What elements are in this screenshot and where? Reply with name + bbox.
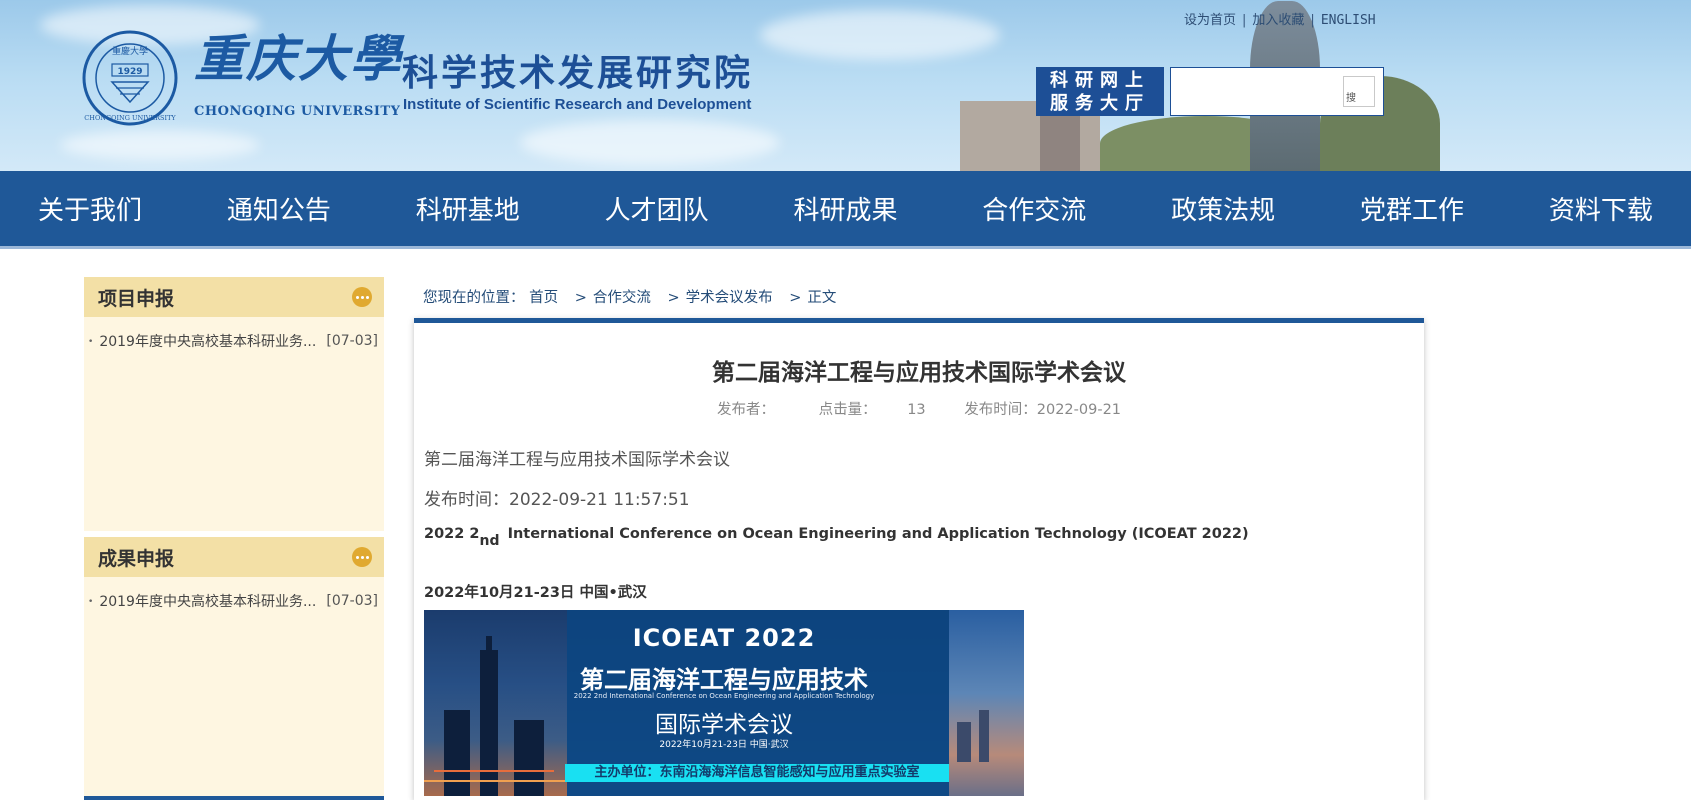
article-clicks-label: 点击量：: [818, 402, 877, 418]
breadcrumb-cooperation[interactable]: 合作交流: [593, 290, 651, 306]
nav-item-downloads[interactable]: 资料下载: [1549, 190, 1653, 227]
article-publish-time: 发布时间：2022-09-21: [964, 402, 1122, 418]
search-box: 搜: [1170, 67, 1384, 116]
list-item-date: [07-03]: [326, 333, 378, 349]
sidebar-block-title: 项目申报: [98, 287, 175, 310]
english-title-text: International Conference on Ocean Engine…: [507, 526, 1249, 542]
article-meta: 发布者： 点击量： 13 发布时间：2022-09-21: [414, 398, 1424, 419]
breadcrumb-separator: >: [574, 290, 587, 306]
university-seal-logo: 重慶大學 1929 CHONGQING UNIVERSITY: [82, 30, 178, 126]
sidebar-block-title: 成果申报: [98, 547, 175, 570]
english-title-ordinal: nd: [479, 533, 500, 549]
cloud-decoration: [520, 120, 780, 165]
article-date-place: 2022年10月21-23日 中国•武汉: [424, 585, 647, 601]
more-icon[interactable]: [352, 547, 372, 567]
city-lights: [434, 770, 554, 772]
english-link[interactable]: ENGLISH: [1321, 13, 1376, 28]
university-name-en: CHONGQING UNIVERSITY: [194, 104, 401, 119]
article-publisher: 发布者：: [716, 402, 775, 418]
nav-item-talent-teams[interactable]: 人才团队: [605, 190, 709, 227]
list-item-title: 2019年度中央高校基本科研业务...: [88, 331, 316, 351]
institute-name-en: Institute of Scientific Research and Dev…: [403, 96, 752, 113]
breadcrumb-home[interactable]: 首页: [529, 290, 558, 306]
breadcrumb-separator: >: [789, 290, 802, 306]
article-panel: 第二届海洋工程与应用技术国际学术会议 发布者： 点击量： 13 发布时间：202…: [414, 318, 1424, 800]
site-header: 重慶大學 1929 CHONGQING UNIVERSITY 重庆大學 CHON…: [0, 0, 1691, 171]
breadcrumb-separator: >: [667, 290, 680, 306]
list-item[interactable]: 2019年度中央高校基本科研业务... [07-03]: [84, 590, 384, 612]
conference-banner-image: ICOEAT 2022 第二届海洋工程与应用技术 2022 2nd Intern…: [424, 610, 1024, 796]
list-item-date: [07-03]: [326, 593, 378, 609]
breadcrumb-conference[interactable]: 学术会议发布: [686, 290, 773, 306]
nav-item-policies[interactable]: 政策法规: [1171, 190, 1275, 227]
banner-host: 主办单位：东南沿海海洋信息智能感知与应用重点实验室: [565, 764, 949, 782]
nav-item-achievements[interactable]: 科研成果: [793, 190, 897, 227]
article-title: 第二届海洋工程与应用技术国际学术会议: [712, 360, 1126, 386]
breadcrumb-current: 正文: [807, 290, 837, 306]
article-publish-datetime: 发布时间：2022-09-21 11:57:51: [424, 490, 690, 510]
sidebar-achievement-application: 成果申报 2019年度中央高校基本科研业务... [07-03]: [84, 537, 384, 797]
banner-conference-code: ICOEAT 2022: [632, 624, 816, 652]
nav-item-research-bases[interactable]: 科研基地: [416, 190, 520, 227]
online-hall-line2: 服务大厅: [1050, 93, 1150, 114]
sidebar-divider: [84, 796, 384, 800]
article-paragraph: 第二届海洋工程与应用技术国际学术会议: [424, 450, 730, 470]
set-homepage-link[interactable]: 设为首页: [1184, 13, 1236, 28]
article-english-title: 2022 2nd International Conference on Oce…: [424, 526, 1249, 549]
svg-text:重慶大學: 重慶大學: [112, 45, 148, 57]
english-title-year: 2022 2: [424, 526, 480, 542]
city-lights: [424, 780, 567, 782]
svg-text:CHONGQING UNIVERSITY: CHONGQING UNIVERSITY: [84, 114, 176, 122]
search-button[interactable]: 搜: [1343, 76, 1375, 107]
sidebar-project-application: 项目申报 2019年度中央高校基本科研业务... [07-03]: [84, 277, 384, 531]
breadcrumb-prefix: 您现在的位置：: [423, 290, 525, 306]
banner-title-cn2: 国际学术会议: [655, 712, 793, 738]
banner-title-en: 2022 2nd International Conference on Oce…: [573, 692, 875, 700]
banner-date: 2022年10月21-23日 中国·武汉: [659, 740, 789, 750]
banner-title-cn: 第二届海洋工程与应用技术: [580, 666, 868, 694]
nav-item-notices[interactable]: 通知公告: [227, 190, 331, 227]
nav-item-party-work[interactable]: 党群工作: [1360, 190, 1464, 227]
list-item-title: 2019年度中央高校基本科研业务...: [88, 591, 316, 611]
online-hall-line1: 科研网上: [1050, 70, 1150, 91]
search-input[interactable]: [1175, 76, 1335, 106]
more-icon[interactable]: [352, 287, 372, 307]
cloud-decoration: [760, 10, 1000, 60]
breadcrumb: 您现在的位置： 首页 > 合作交流 > 学术会议发布 > 正文: [423, 286, 836, 307]
sidebar-block-header: 项目申报: [84, 277, 384, 317]
nav-item-about[interactable]: 关于我们: [38, 190, 142, 227]
add-favorite-link[interactable]: 加入收藏: [1252, 13, 1304, 28]
cloud-decoration: [60, 130, 260, 160]
list-item[interactable]: 2019年度中央高校基本科研业务... [07-03]: [84, 330, 384, 352]
top-links: 设为首页 | 加入收藏 | ENGLISH: [1184, 13, 1376, 28]
sidebar-block-header: 成果申报: [84, 537, 384, 577]
main-nav: 关于我们 通知公告 科研基地 人才团队 科研成果 合作交流 政策法规 党群工作 …: [0, 171, 1691, 249]
institute-name-cn: 科学技术发展研究院: [402, 53, 754, 94]
nav-item-cooperation[interactable]: 合作交流: [982, 190, 1086, 227]
article-clicks: 13: [907, 402, 926, 418]
broken-image-icon: 搜: [1346, 93, 1356, 104]
svg-text:1929: 1929: [117, 67, 142, 77]
online-service-hall-button[interactable]: 科研网上 服务大厅: [1036, 67, 1164, 116]
university-name-cn: 重庆大學: [194, 29, 402, 88]
